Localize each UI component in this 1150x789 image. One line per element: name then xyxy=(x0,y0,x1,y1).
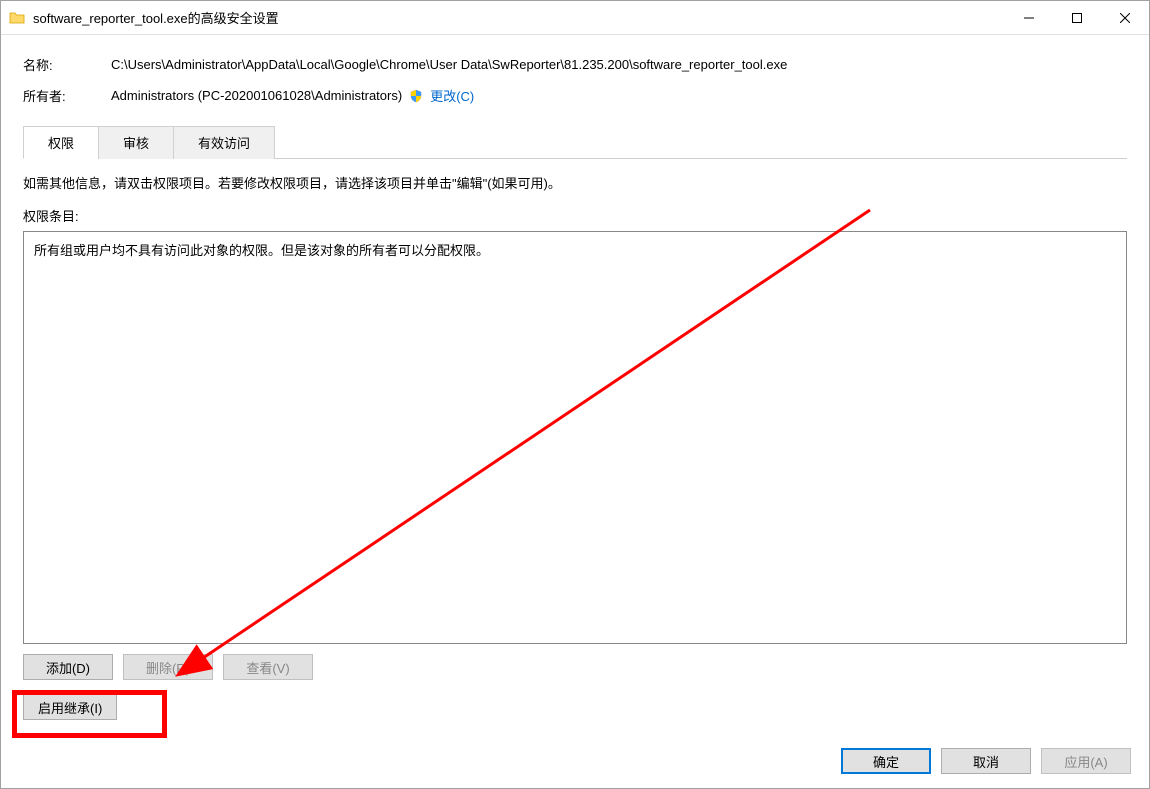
owner-row: 所有者: Administrators (PC-202001061028\Adm… xyxy=(23,86,1127,105)
folder-icon xyxy=(9,10,25,26)
apply-button: 应用(A) xyxy=(1041,748,1131,774)
advanced-security-window: software_reporter_tool.exe的高级安全设置 名称: C:… xyxy=(0,0,1150,789)
minimize-button[interactable] xyxy=(1005,1,1053,34)
tab-effective-access[interactable]: 有效访问 xyxy=(173,126,275,159)
view-button: 查看(V) xyxy=(223,654,313,680)
tab-body: 如需其他信息，请双击权限项目。若要修改权限项目，请选择该项目并单击"编辑"(如果… xyxy=(23,159,1127,720)
permissions-list[interactable]: 所有组或用户均不具有访问此对象的权限。但是该对象的所有者可以分配权限。 xyxy=(23,231,1127,644)
change-owner-link[interactable]: 更改(C) xyxy=(430,86,474,105)
close-button[interactable] xyxy=(1101,1,1149,34)
owner-value-wrap: Administrators (PC-202001061028\Administ… xyxy=(111,86,1127,105)
tab-auditing[interactable]: 审核 xyxy=(98,126,174,159)
name-value: C:\Users\Administrator\AppData\Local\Goo… xyxy=(111,57,1127,72)
content-area: 名称: C:\Users\Administrator\AppData\Local… xyxy=(1,35,1149,734)
maximize-button[interactable] xyxy=(1053,1,1101,34)
window-controls xyxy=(1005,1,1149,34)
shield-icon xyxy=(408,88,424,104)
entries-empty-message: 所有组或用户均不具有访问此对象的权限。但是该对象的所有者可以分配权限。 xyxy=(34,240,1116,259)
remove-button: 删除(R) xyxy=(123,654,213,680)
owner-value: Administrators (PC-202001061028\Administ… xyxy=(111,88,402,103)
tab-permissions[interactable]: 权限 xyxy=(23,126,99,159)
tabs: 权限 审核 有效访问 xyxy=(23,125,1127,159)
name-row: 名称: C:\Users\Administrator\AppData\Local… xyxy=(23,55,1127,74)
action-row: 添加(D) 删除(R) 查看(V) xyxy=(23,654,1127,680)
add-button[interactable]: 添加(D) xyxy=(23,654,113,680)
footer: 确定 取消 应用(A) xyxy=(1,734,1149,788)
cancel-button[interactable]: 取消 xyxy=(941,748,1031,774)
ok-button[interactable]: 确定 xyxy=(841,748,931,774)
enable-inheritance-button[interactable]: 启用继承(I) xyxy=(23,694,117,720)
instruction-text: 如需其他信息，请双击权限项目。若要修改权限项目，请选择该项目并单击"编辑"(如果… xyxy=(23,173,1127,192)
entries-label: 权限条目: xyxy=(23,206,1127,225)
inherit-row: 启用继承(I) xyxy=(23,694,1127,720)
window-title: software_reporter_tool.exe的高级安全设置 xyxy=(33,8,1005,27)
titlebar: software_reporter_tool.exe的高级安全设置 xyxy=(1,1,1149,35)
name-label: 名称: xyxy=(23,55,111,74)
owner-label: 所有者: xyxy=(23,86,111,105)
